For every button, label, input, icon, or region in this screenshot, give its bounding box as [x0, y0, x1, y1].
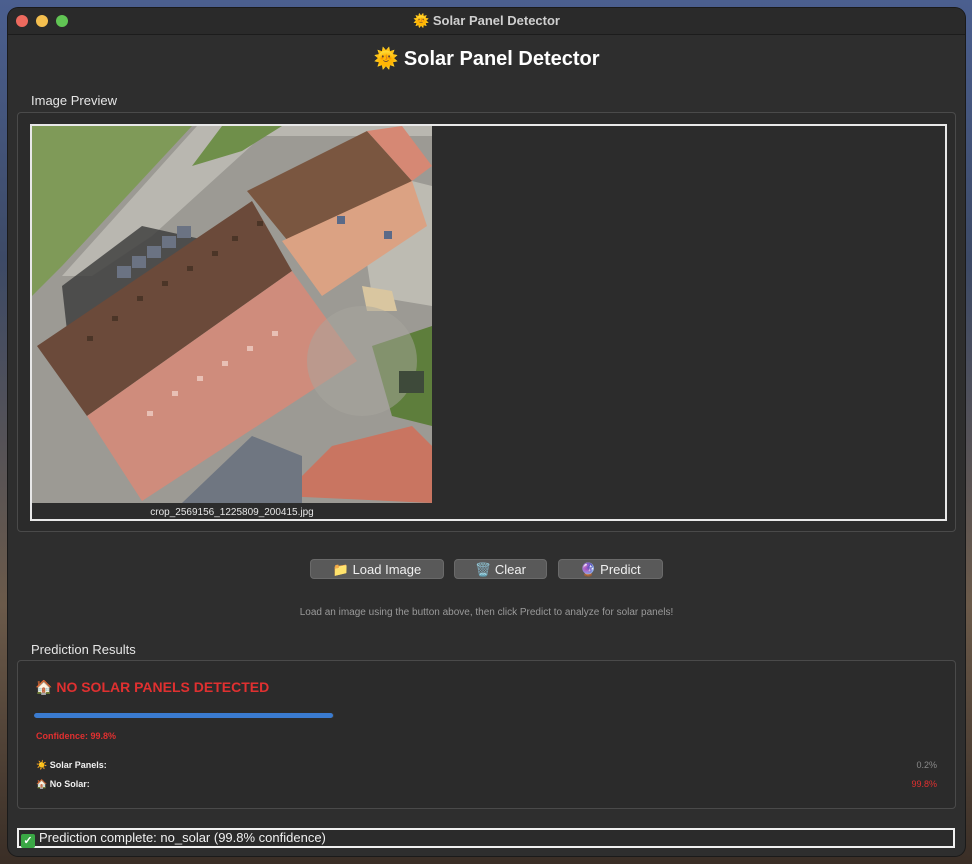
image-preview-label: Image Preview [31, 93, 117, 108]
prediction-headline: 🏠 NO SOLAR PANELS DETECTED [35, 679, 270, 695]
window-title: 🌞 Solar Panel Detector [413, 13, 560, 28]
clear-button[interactable]: 🗑️ Clear [454, 559, 547, 579]
prediction-results-label: Prediction Results [31, 642, 136, 657]
house-icon: 🏠 [36, 779, 48, 789]
instruction-hint: Load an image using the button above, th… [299, 607, 674, 618]
status-bar: ✓ Prediction complete: no_solar (99.8% co… [17, 828, 955, 848]
check-icon: ✓ [21, 834, 35, 848]
confidence-text: Confidence: 99.8% [36, 731, 117, 741]
app-heading: 🌞 Solar Panel Detector [373, 48, 600, 70]
solar-panels-value: 0.2% [916, 760, 937, 770]
image-preview-box: crop_2569156_1225809_200415.jpg [30, 124, 947, 521]
preview-image [32, 126, 432, 503]
sun-icon: 🌞 [373, 48, 399, 70]
solar-panels-label: ☀️ Solar Panels: [36, 760, 107, 770]
no-solar-value: 99.8% [911, 779, 937, 789]
image-filename: crop_2569156_1225809_200415.jpg [150, 507, 314, 518]
predict-button[interactable]: 🔮 Predict [558, 559, 663, 579]
app-window: 🌞 Solar Panel Detector 🌞 Solar Panel Det… [8, 8, 965, 856]
crystal-ball-icon: 🔮 [580, 562, 597, 577]
folder-icon: 📁 [332, 562, 349, 577]
no-solar-label: 🏠 No Solar: [36, 779, 90, 789]
load-image-button[interactable]: 📁 Load Image [310, 559, 444, 579]
image-preview-frame: crop_2569156_1225809_200415.jpg [17, 112, 956, 532]
confidence-progress-bar [34, 713, 334, 718]
title-bar: 🌞 Solar Panel Detector [8, 8, 965, 35]
sun-icon: ☀️ [36, 760, 48, 770]
trash-icon: 🗑️ [475, 562, 492, 577]
sun-icon: 🌞 [413, 13, 430, 28]
house-icon: 🏠 [35, 679, 53, 695]
confidence-progress-fill [34, 713, 334, 718]
